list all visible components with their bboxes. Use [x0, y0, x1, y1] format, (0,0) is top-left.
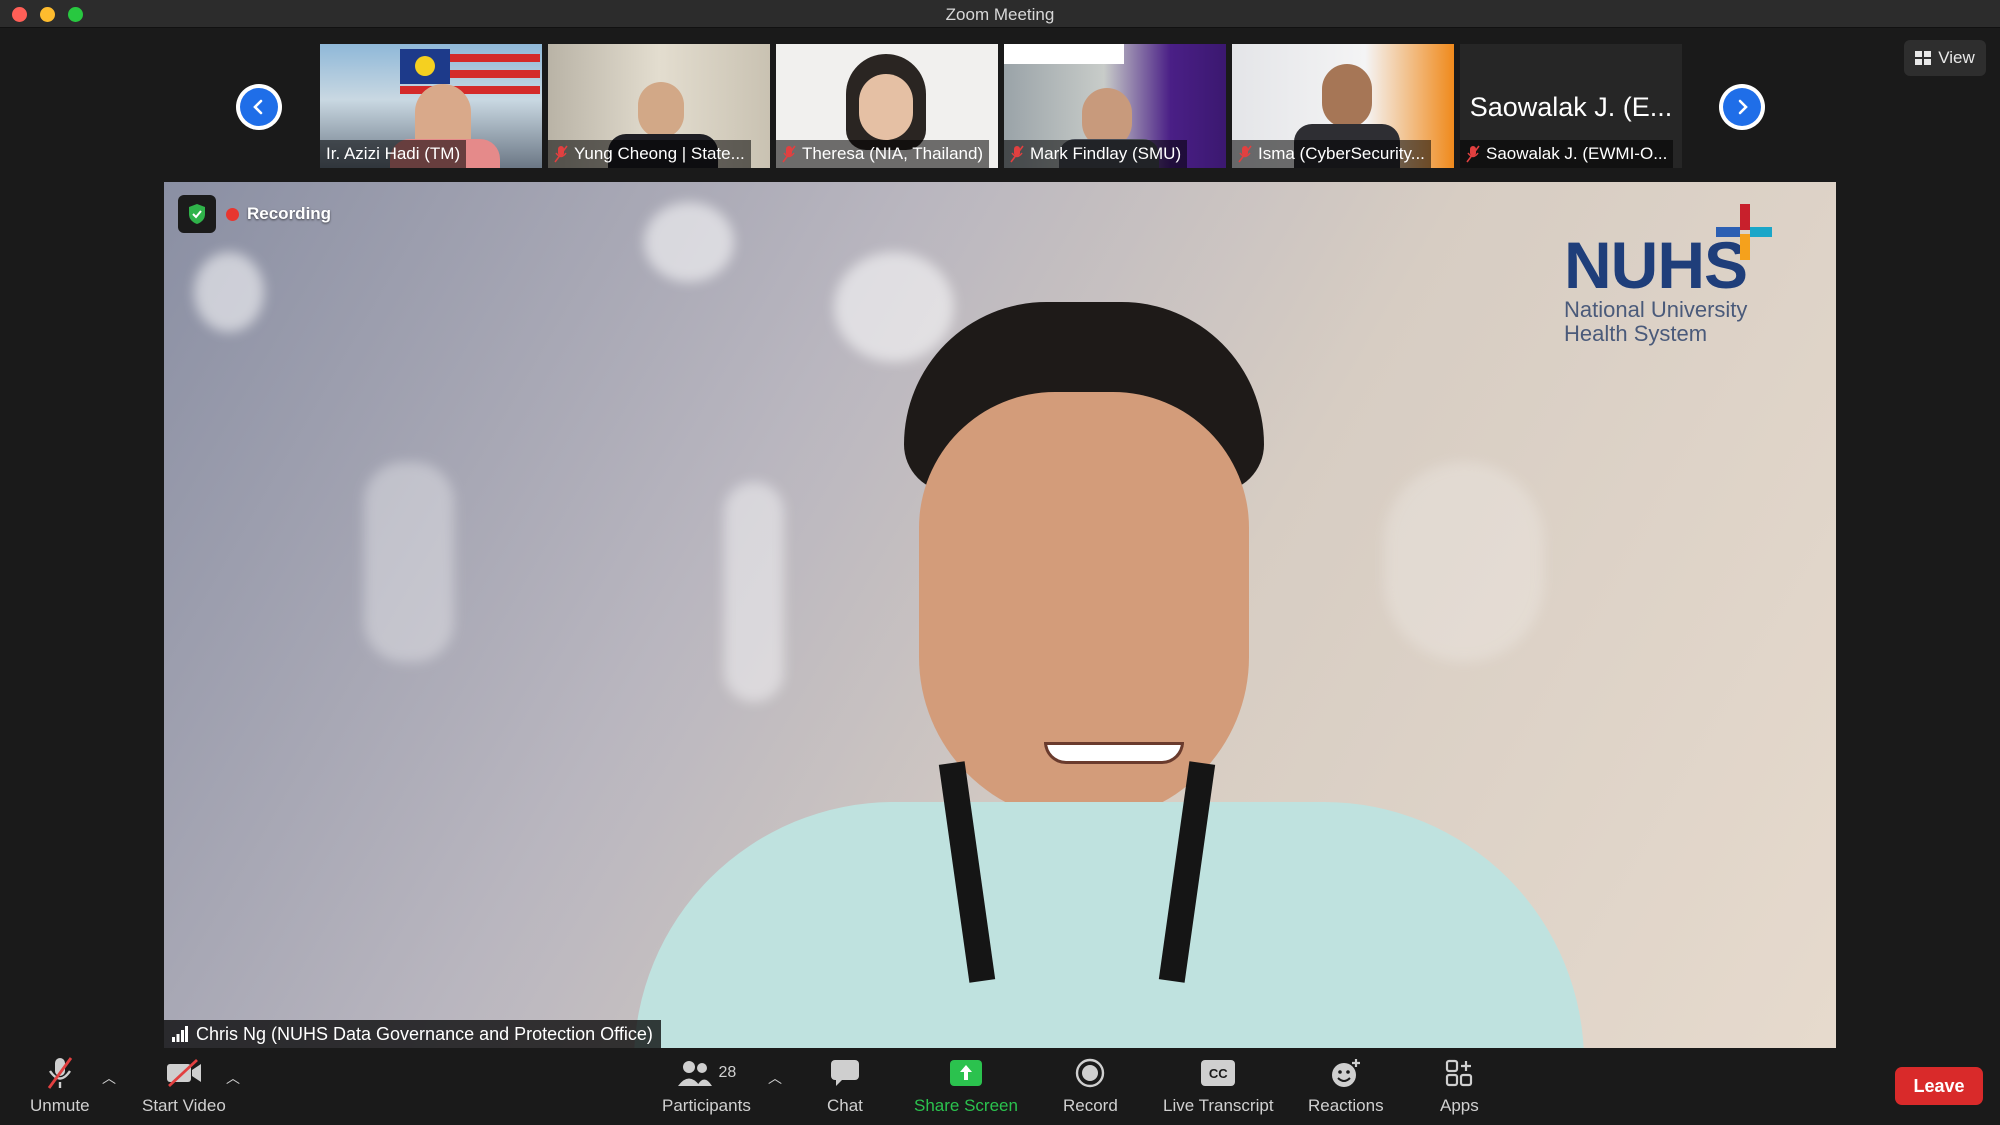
filmstrip-next-button[interactable] [1719, 84, 1765, 130]
unmute-button[interactable]: Unmute [30, 1056, 90, 1116]
participant-name: Mark Findlay (SMU) [1030, 144, 1182, 163]
shield-icon [189, 204, 205, 224]
participant-count: 28 [718, 1064, 737, 1081]
chevron-left-icon [253, 99, 263, 115]
mic-muted-icon [1238, 145, 1252, 163]
speaker-shirt [634, 802, 1584, 1048]
bokeh-light [724, 482, 784, 702]
participant-name: Yung Cheong | State... [574, 144, 745, 163]
recording-label: Recording [247, 204, 332, 223]
participant-name: Saowalak J. (EWMI-O... [1486, 144, 1668, 163]
participants-icon [677, 1061, 712, 1086]
chat-button[interactable]: Chat [827, 1056, 863, 1116]
logo-line-2: Health System [1564, 321, 1708, 346]
share-screen-icon [949, 1060, 982, 1086]
share-screen-label: Share Screen [914, 1096, 1018, 1115]
mic-off-icon [47, 1057, 72, 1089]
mic-muted-icon [1466, 145, 1480, 163]
security-badge[interactable] [178, 195, 216, 233]
signal-strength-icon [172, 1026, 188, 1042]
bokeh-light [1384, 462, 1544, 662]
chat-icon [830, 1060, 859, 1086]
participant-tile[interactable]: Saowalak J. (E... Saowalak J. (EWMI-O... [1460, 44, 1682, 168]
participant-tile[interactable]: Yung Cheong | State... [548, 44, 770, 168]
participant-name: Isma (CyberSecurity... [1258, 144, 1425, 163]
filmstrip-prev-button[interactable] [236, 84, 282, 130]
video-off-icon [166, 1058, 201, 1088]
window-title: Zoom Meeting [945, 5, 1055, 24]
live-transcript-button[interactable]: CC Live Transcript [1163, 1056, 1274, 1116]
nuhs-cross-icon [1716, 204, 1772, 260]
mic-muted-icon [1010, 145, 1024, 163]
cc-text: CC [1208, 1065, 1228, 1081]
title-bar: Zoom Meeting [0, 0, 2000, 28]
bokeh-light [364, 462, 454, 662]
participant-name: Theresa (NIA, Thailand) [802, 144, 984, 163]
audio-options-caret-icon[interactable]: ︿ [102, 1068, 116, 1088]
speaker-name: Chris Ng (NUHS Data Governance and Prote… [196, 1023, 653, 1044]
meeting-toolbar: Unmute ︿ Start Video ︿ 28 Participants ︿… [0, 1048, 2000, 1125]
logo-line-1: National University [1564, 297, 1748, 322]
active-speaker-video: NUHS National University Health System R… [164, 182, 1836, 1048]
chat-label: Chat [827, 1096, 863, 1115]
nuhs-logo: NUHS National University Health System [1564, 204, 1804, 346]
participant-tile[interactable]: Isma (CyberSecurity... [1232, 44, 1454, 168]
mic-muted-icon [554, 145, 568, 163]
reactions-icon [1331, 1059, 1360, 1087]
recording-indicator: Recording [178, 194, 331, 234]
apps-icon [1446, 1059, 1473, 1087]
live-transcript-label: Live Transcript [1163, 1096, 1274, 1115]
record-button[interactable]: Record [1063, 1056, 1118, 1116]
record-icon [1076, 1058, 1105, 1088]
record-label: Record [1063, 1096, 1118, 1115]
start-video-label: Start Video [142, 1096, 226, 1115]
chevron-right-icon [1738, 99, 1748, 115]
participants-options-caret-icon[interactable]: ︿ [768, 1068, 782, 1088]
filmstrip [0, 28, 2000, 178]
video-options-caret-icon[interactable]: ︿ [226, 1068, 240, 1088]
participant-name: Ir. Azizi Hadi (TM) [326, 144, 461, 163]
leave-button[interactable]: Leave [1895, 1067, 1983, 1105]
apps-label: Apps [1440, 1096, 1479, 1115]
unmute-label: Unmute [30, 1096, 90, 1115]
start-video-button[interactable]: Start Video [142, 1056, 226, 1116]
speaker-name-tag: Chris Ng (NUHS Data Governance and Prote… [164, 1020, 661, 1048]
bokeh-light [834, 252, 954, 362]
participants-button[interactable]: 28 Participants [662, 1056, 751, 1116]
participant-tile[interactable]: Ir. Azizi Hadi (TM) [320, 44, 542, 168]
bokeh-light [644, 202, 734, 282]
bokeh-light [194, 252, 264, 332]
participant-tile[interactable]: Theresa (NIA, Thailand) [776, 44, 998, 168]
recording-dot-icon [226, 207, 239, 221]
grid-view-icon [1915, 51, 1932, 65]
participant-tile[interactable]: Mark Findlay (SMU) [1004, 44, 1226, 168]
participant-big-name: Saowalak J. (E... [1469, 92, 1673, 122]
closed-caption-icon: CC [1201, 1060, 1236, 1086]
participants-label: Participants [662, 1096, 751, 1115]
reactions-label: Reactions [1308, 1096, 1384, 1115]
speaker-smile [1044, 742, 1184, 764]
view-label: View [1938, 48, 1975, 67]
mic-muted-icon [782, 145, 796, 163]
apps-button[interactable]: Apps [1440, 1056, 1479, 1116]
reactions-button[interactable]: Reactions [1308, 1056, 1384, 1116]
share-screen-button[interactable]: Share Screen [914, 1056, 1018, 1116]
view-button[interactable]: View [1904, 40, 1986, 76]
